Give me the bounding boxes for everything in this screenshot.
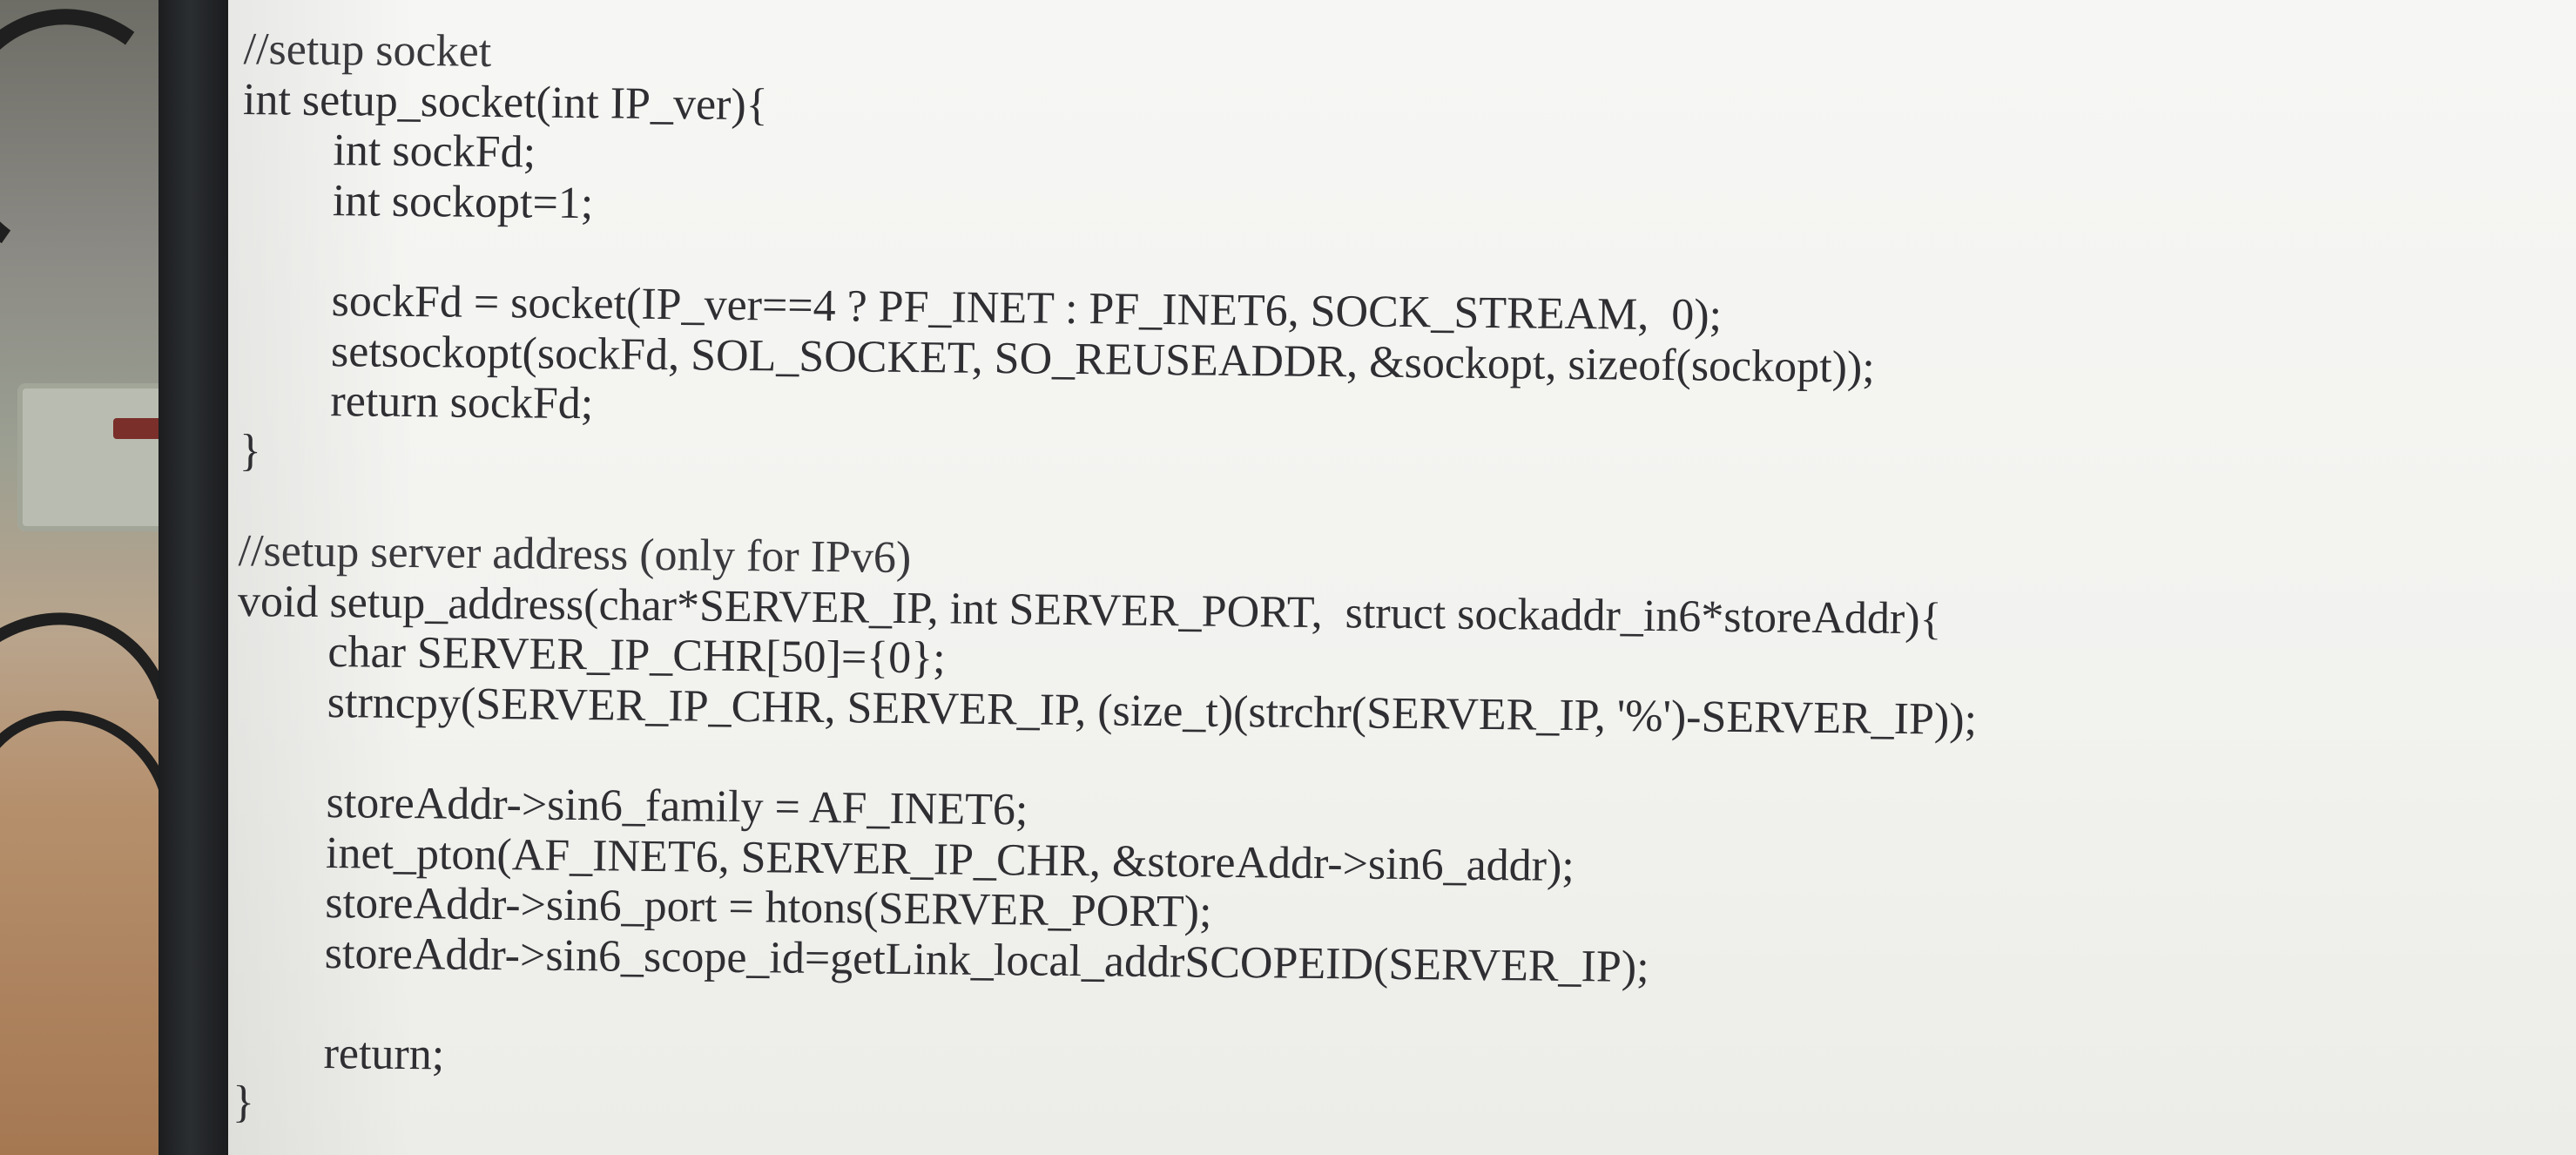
device-port (113, 418, 165, 439)
monitor-screen: //setup socket int setup_socket(int IP_ve… (228, 0, 2576, 1155)
monitor-bezel (158, 0, 228, 1155)
desk-background (0, 0, 221, 1155)
device (17, 383, 174, 531)
code-editor[interactable]: //setup socket int setup_socket(int IP_ve… (233, 24, 1984, 1146)
